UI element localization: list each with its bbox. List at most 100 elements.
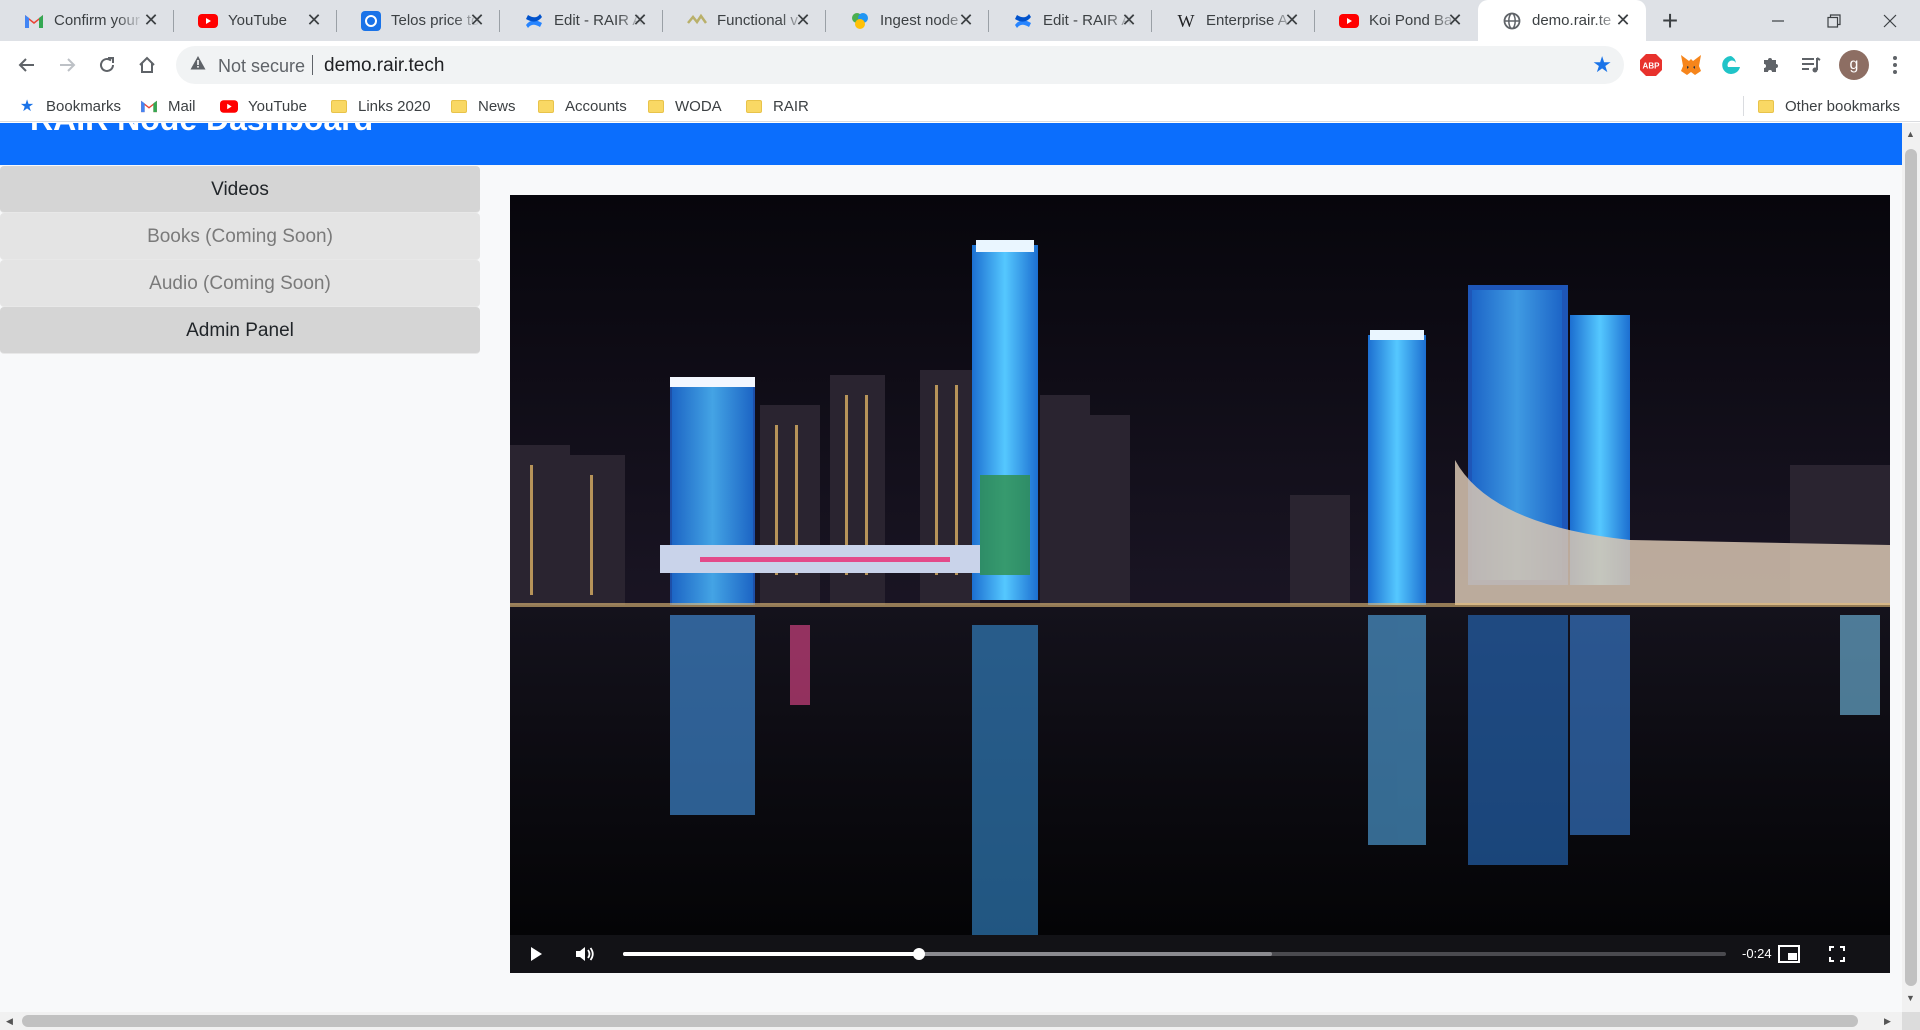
tab-youtube[interactable]: YouTube ✕ — [174, 0, 337, 41]
tab-functional[interactable]: Functional v ✕ — [663, 0, 826, 41]
bookmark-news[interactable]: News — [450, 95, 516, 117]
bookmark-rair[interactable]: RAIR — [745, 95, 809, 117]
address-divider — [312, 55, 313, 75]
forward-button[interactable] — [52, 50, 82, 80]
sidebar: Videos Books (Coming Soon) Audio (Coming… — [0, 166, 480, 354]
folder-icon — [450, 98, 468, 114]
security-label[interactable]: Not secure — [218, 56, 305, 77]
avatar-initial: g — [1849, 56, 1859, 73]
home-button[interactable] — [132, 50, 162, 80]
seek-bar[interactable] — [623, 948, 1726, 960]
functional-icon — [687, 11, 707, 31]
tab-enterprise[interactable]: W Enterprise A ✕ — [1152, 0, 1315, 41]
new-tab-button[interactable]: + — [1655, 6, 1685, 36]
telos-icon — [361, 11, 381, 31]
url-text[interactable]: demo.rair.tech — [324, 55, 444, 77]
bookmark-woda[interactable]: WODA — [647, 95, 722, 117]
close-icon[interactable]: ✕ — [1446, 9, 1464, 31]
video-player[interactable]: -0:24 — [510, 195, 1890, 973]
tab-title: Confirm your — [54, 12, 140, 29]
time-remaining: -0:24 — [1742, 946, 1772, 961]
restore-button[interactable] — [1806, 0, 1862, 41]
ingest-icon — [850, 11, 870, 31]
tab-edit-rair-1[interactable]: Edit - RAIR A ✕ — [500, 0, 663, 41]
tab-confirm[interactable]: Confirm your ✕ — [0, 0, 174, 41]
back-button[interactable] — [12, 50, 42, 80]
sidebar-item-admin-panel[interactable]: Admin Panel — [0, 307, 480, 354]
scrollbar-corner — [1902, 1012, 1920, 1030]
confluence-icon — [524, 11, 544, 31]
vertical-scrollbar[interactable]: ▲ ▼ — [1902, 123, 1920, 1012]
seek-handle[interactable] — [912, 948, 925, 960]
bookmark-bookmarks[interactable]: ★ Bookmarks — [18, 95, 121, 117]
picture-in-picture-button[interactable] — [1776, 941, 1802, 967]
gmail-icon — [24, 11, 44, 31]
reload-button[interactable] — [92, 50, 122, 80]
bookmark-label: Links 2020 — [358, 97, 431, 115]
close-icon[interactable]: ✕ — [631, 9, 649, 31]
close-icon[interactable]: ✕ — [794, 9, 812, 31]
close-icon[interactable]: ✕ — [1614, 9, 1632, 31]
playlist-icon[interactable] — [1797, 51, 1825, 79]
bookmark-label: Other bookmarks — [1785, 97, 1901, 115]
tab-koi-pond[interactable]: Koi Pond Ba ✕ — [1315, 0, 1478, 41]
scroll-down-icon[interactable]: ▼ — [1906, 993, 1915, 1003]
metamask-icon[interactable] — [1677, 51, 1705, 79]
youtube-icon — [1339, 11, 1359, 31]
bookmark-label: YouTube — [248, 97, 307, 115]
folder-icon — [745, 98, 763, 114]
puzzle-icon[interactable] — [1757, 51, 1785, 79]
tab-demo-rair[interactable]: demo.rair.te ✕ — [1478, 0, 1646, 41]
tab-edit-rair-2[interactable]: Edit - RAIR A ✕ — [989, 0, 1152, 41]
video-controls: -0:24 — [510, 935, 1890, 973]
dashboard-header: RAIR Node Dashboard — [0, 123, 1902, 165]
sidebar-item-audio[interactable]: Audio (Coming Soon) — [0, 260, 480, 307]
browser-toolbar: Not secure demo.rair.tech ★ ABP g — [0, 41, 1920, 89]
bookmark-label: WODA — [675, 97, 722, 115]
close-icon[interactable]: ✕ — [468, 9, 486, 31]
vertical-scroll-thumb[interactable] — [1905, 149, 1917, 986]
close-icon[interactable]: ✕ — [305, 9, 323, 31]
scroll-left-icon[interactable]: ◀ — [6, 1016, 13, 1027]
volume-button[interactable] — [572, 941, 598, 967]
adblock-icon[interactable]: ABP — [1637, 51, 1665, 79]
close-icon[interactable]: ✕ — [1283, 9, 1301, 31]
gmail-icon — [140, 98, 158, 114]
fullscreen-button[interactable] — [1824, 941, 1850, 967]
sidebar-item-books[interactable]: Books (Coming Soon) — [0, 213, 480, 260]
close-icon[interactable]: ✕ — [142, 9, 160, 31]
horizontal-scrollbar[interactable]: ◀ ▶ — [0, 1012, 1902, 1030]
star-icon: ★ — [19, 98, 35, 115]
address-bar[interactable]: Not secure demo.rair.tech ★ — [176, 46, 1624, 84]
folder-icon — [537, 98, 555, 114]
scroll-right-icon[interactable]: ▶ — [1884, 1016, 1891, 1027]
bookmark-youtube[interactable]: YouTube — [220, 95, 307, 117]
bookmarks-bar: ★ Bookmarks Mail YouTube Links 2020 News… — [0, 89, 1920, 122]
scroll-up-icon[interactable]: ▲ — [1906, 129, 1915, 139]
close-window-button[interactable] — [1862, 0, 1918, 41]
bookmark-mail[interactable]: Mail — [140, 95, 196, 117]
bookmark-links-2020[interactable]: Links 2020 — [330, 95, 431, 117]
bookmark-star-icon[interactable]: ★ — [1592, 52, 1612, 78]
youtube-icon — [198, 11, 218, 31]
play-button[interactable] — [523, 941, 549, 967]
bookmark-accounts[interactable]: Accounts — [537, 95, 627, 117]
close-icon[interactable]: ✕ — [1120, 9, 1138, 31]
wikipedia-icon: W — [1177, 10, 1195, 31]
globe-icon — [1502, 11, 1522, 31]
bookmark-label: RAIR — [773, 97, 809, 115]
tab-ingest-node[interactable]: Ingest node ✕ — [826, 0, 989, 41]
folder-icon — [1757, 98, 1775, 114]
edge-icon[interactable] — [1717, 51, 1745, 79]
avatar[interactable]: g — [1839, 50, 1869, 80]
sidebar-item-videos[interactable]: Videos — [0, 166, 480, 213]
warning-icon[interactable] — [190, 55, 206, 76]
bookmark-other[interactable]: Other bookmarks — [1757, 95, 1900, 117]
close-icon[interactable]: ✕ — [957, 9, 975, 31]
folder-icon — [647, 98, 665, 114]
horizontal-scroll-thumb[interactable] — [22, 1015, 1858, 1027]
minimize-button[interactable] — [1750, 0, 1806, 41]
tab-telos[interactable]: Telos price to ✕ — [337, 0, 500, 41]
menu-icon[interactable] — [1881, 51, 1909, 79]
svg-text:ABP: ABP — [1643, 62, 1661, 71]
